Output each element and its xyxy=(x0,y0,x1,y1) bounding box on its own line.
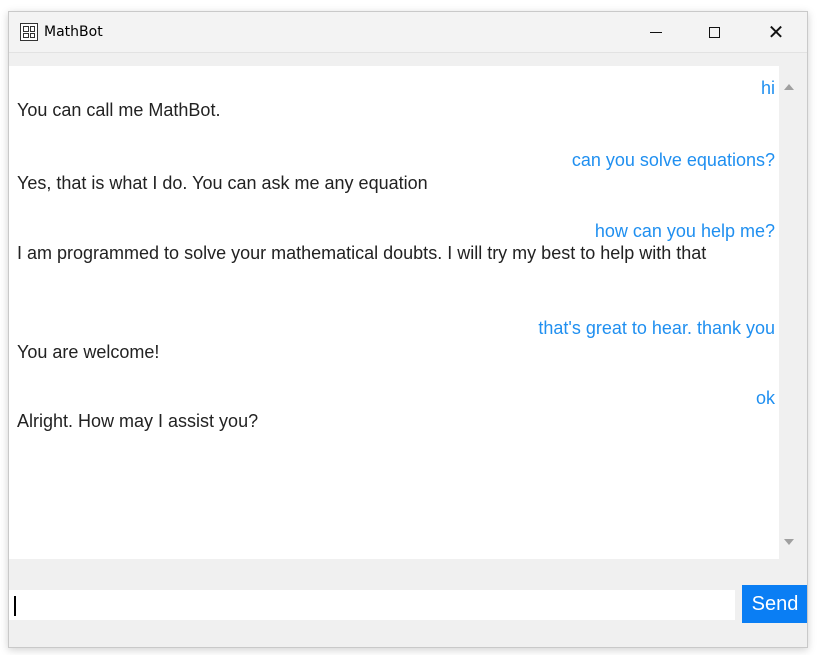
title-bar[interactable]: MathBot ✕ xyxy=(9,12,807,53)
window-title: MathBot xyxy=(44,24,103,40)
bot-message: I am programmed to solve your mathematic… xyxy=(17,243,707,263)
user-message: hi xyxy=(760,78,775,98)
scroll-down-icon[interactable] xyxy=(784,539,794,545)
minimize-icon xyxy=(650,31,662,33)
mathbot-window: MathBot ✕ hi You can call me MathBot. ca… xyxy=(8,11,808,648)
minimize-button[interactable] xyxy=(633,12,679,52)
bot-message: You can call me MathBot. xyxy=(17,100,221,120)
close-icon: ✕ xyxy=(767,20,785,44)
user-message: how can you help me? xyxy=(594,221,775,241)
user-message: ok xyxy=(755,388,775,408)
vertical-scrollbar[interactable] xyxy=(779,66,799,559)
message-list: hi You can call me MathBot. can you solv… xyxy=(9,66,779,559)
maximize-icon xyxy=(708,26,720,38)
send-button[interactable]: Send xyxy=(742,585,807,623)
bot-message: You are welcome! xyxy=(17,342,160,362)
bot-message: Yes, that is what I do. You can ask me a… xyxy=(17,173,428,193)
user-message: that's great to hear. thank you xyxy=(538,318,775,338)
scroll-up-icon[interactable] xyxy=(784,84,794,90)
maximize-button[interactable] xyxy=(691,12,737,52)
bot-message: Alright. How may I assist you? xyxy=(17,411,259,431)
user-message: can you solve equations? xyxy=(571,150,775,170)
close-button[interactable]: ✕ xyxy=(753,12,799,52)
compose-bar: Send xyxy=(9,582,807,623)
message-input[interactable] xyxy=(9,590,735,620)
chat-history[interactable]: hi You can call me MathBot. can you solv… xyxy=(9,66,799,559)
text-caret xyxy=(14,596,16,616)
calculator-icon xyxy=(20,23,38,41)
